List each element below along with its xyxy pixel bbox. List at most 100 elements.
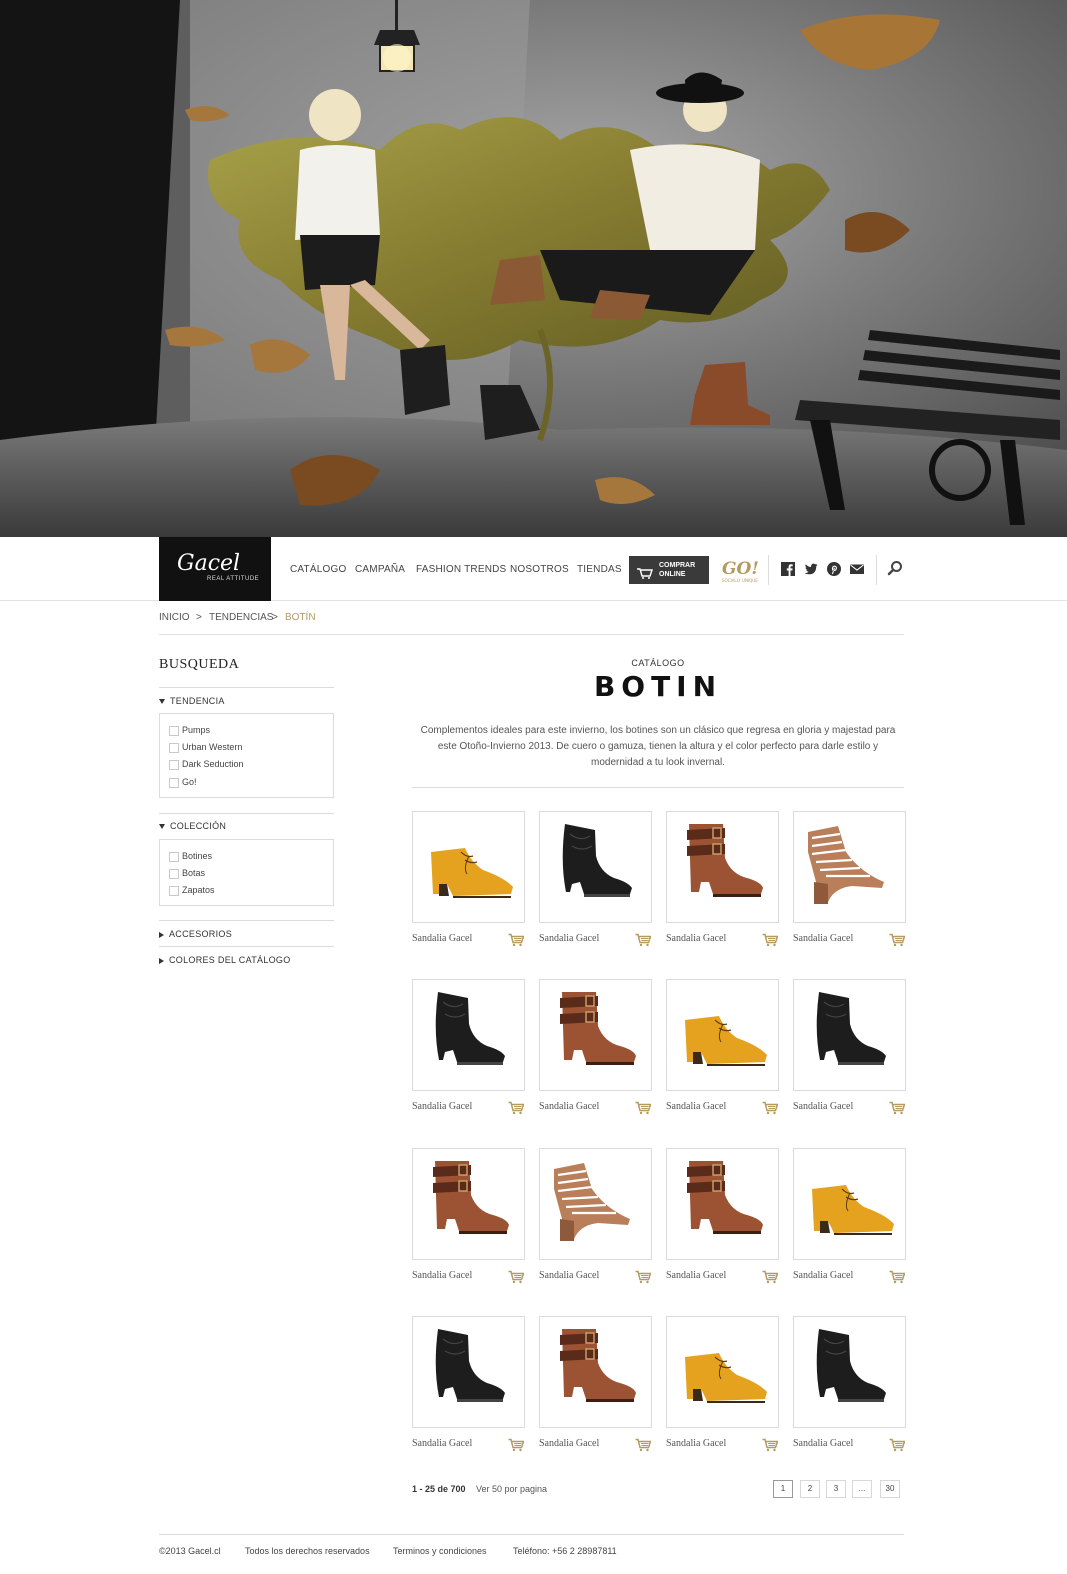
page-button-30[interactable]: 30 [880, 1480, 900, 1498]
product-name[interactable]: Sandalia Gacel [539, 1101, 599, 1112]
breadcrumb-item-tendencias[interactable]: TENDENCIAS [209, 612, 273, 623]
product-name[interactable]: Sandalia Gacel [666, 1438, 726, 1449]
filter-option-pumps[interactable]: Pumps [169, 725, 210, 736]
add-to-cart-icon[interactable] [508, 1100, 525, 1115]
pinterest-icon[interactable] [827, 561, 843, 577]
facet-header-tendencia[interactable]: TENDENCIA [159, 696, 225, 706]
checkbox[interactable] [169, 742, 179, 753]
nav-link-fashion-trends[interactable]: FASHION TRENDS [416, 564, 506, 575]
page-button-3[interactable]: 3 [826, 1480, 846, 1498]
product-name[interactable]: Sandalia Gacel [539, 1438, 599, 1449]
product-image-black-western[interactable] [539, 811, 652, 923]
add-to-cart-icon[interactable] [762, 1437, 779, 1452]
filter-option-go[interactable]: Go! [169, 777, 197, 788]
facebook-icon[interactable] [781, 561, 797, 577]
checkbox[interactable] [169, 759, 179, 770]
checkbox[interactable] [169, 851, 179, 862]
breadcrumb-separator: > [272, 612, 278, 623]
product-image-brown-strap[interactable] [539, 1316, 652, 1428]
facet-header-coleccion[interactable]: COLECCIÓN [159, 821, 226, 831]
add-to-cart-icon[interactable] [889, 932, 906, 947]
page-button-1[interactable]: 1 [773, 1480, 793, 1498]
filter-option-label: Urban Western [182, 742, 243, 752]
add-to-cart-icon[interactable] [635, 1100, 652, 1115]
product-name[interactable]: Sandalia Gacel [412, 1438, 472, 1449]
footer-terms-link[interactable]: Terminos y condiciones [393, 1546, 487, 1556]
product-image-black-western[interactable] [793, 979, 906, 1091]
add-to-cart-icon[interactable] [508, 1437, 525, 1452]
add-to-cart-icon[interactable] [889, 1269, 906, 1284]
product-image-black-western[interactable] [412, 1316, 525, 1428]
product-image-brown-strap[interactable] [539, 979, 652, 1091]
go-brand-tagline: SOCIALLY UNIQUE [722, 578, 758, 583]
product-name[interactable]: Sandalia Gacel [793, 933, 853, 944]
add-to-cart-icon[interactable] [889, 1100, 906, 1115]
buy-online-button[interactable]: COMPRAR ONLINE [629, 556, 709, 584]
facet-header-accesorios[interactable]: ACCESORIOS [159, 929, 232, 939]
product-image-yellow-lace[interactable] [666, 979, 779, 1091]
product-image-brown-strap[interactable] [666, 811, 779, 923]
nav-divider [876, 555, 877, 585]
mail-icon[interactable] [850, 561, 866, 577]
product-name[interactable]: Sandalia Gacel [793, 1270, 853, 1281]
buy-online-label-line2: ONLINE [659, 571, 686, 578]
facet-label: COLORES DEL CATÁLOGO [169, 955, 291, 965]
go-brand-logo[interactable]: GO! [722, 559, 759, 579]
product-name[interactable]: Sandalia Gacel [666, 933, 726, 944]
breadcrumb-item-inicio[interactable]: INICIO [159, 612, 190, 623]
checkbox[interactable] [169, 725, 179, 736]
add-to-cart-icon[interactable] [635, 1437, 652, 1452]
top-navbar: Gacel REAL ATTITUDE CATÁLOGO CAMPAÑA FAS… [0, 537, 1067, 601]
checkbox[interactable] [169, 777, 179, 788]
filter-option-dark-seduction[interactable]: Dark Seduction [169, 759, 244, 770]
add-to-cart-icon[interactable] [635, 932, 652, 947]
search-icon[interactable] [887, 560, 903, 580]
caret-right-icon [159, 931, 164, 938]
product-name[interactable]: Sandalia Gacel [412, 933, 472, 944]
nav-link-campana[interactable]: CAMPAÑA [355, 564, 405, 575]
product-name[interactable]: Sandalia Gacel [412, 1270, 472, 1281]
nav-link-nosotros[interactable]: NOSOTROS [510, 564, 569, 575]
facet-label: COLECCIÓN [170, 821, 227, 831]
product-name[interactable]: Sandalia Gacel [793, 1438, 853, 1449]
filter-option-urban-western[interactable]: Urban Western [169, 742, 242, 753]
product-image-black-western[interactable] [793, 1316, 906, 1428]
per-page-link[interactable]: Ver 50 por pagina [476, 1484, 547, 1494]
filter-option-zapatos[interactable]: Zapatos [169, 885, 215, 896]
category-description: Complementos ideales para este invierno,… [420, 725, 896, 768]
add-to-cart-icon[interactable] [508, 1269, 525, 1284]
product-name[interactable]: Sandalia Gacel [412, 1101, 472, 1112]
nav-link-catalogo[interactable]: CATÁLOGO [290, 564, 346, 575]
add-to-cart-icon[interactable] [889, 1437, 906, 1452]
product-name[interactable]: Sandalia Gacel [539, 1270, 599, 1281]
add-to-cart-icon[interactable] [762, 932, 779, 947]
product-image-brown-strap[interactable] [666, 1148, 779, 1260]
product-name[interactable]: Sandalia Gacel [539, 933, 599, 944]
product-image-yellow-lace[interactable] [666, 1316, 779, 1428]
page-button-2[interactable]: 2 [800, 1480, 820, 1498]
product-name[interactable]: Sandalia Gacel [666, 1270, 726, 1281]
product-image-yellow-lace[interactable] [793, 1148, 906, 1260]
product-image-wedge-sandal[interactable] [793, 811, 906, 923]
results-count: 1 - 25 de 700 [412, 1484, 466, 1494]
twitter-icon[interactable] [804, 561, 820, 577]
nav-link-tiendas[interactable]: TIENDAS [577, 564, 622, 575]
checkbox[interactable] [169, 885, 179, 896]
product-image-black-western[interactable] [412, 979, 525, 1091]
filter-option-botines[interactable]: Botines [169, 851, 212, 862]
product-image-yellow-lace[interactable] [412, 811, 525, 923]
add-to-cart-icon[interactable] [635, 1269, 652, 1284]
filter-option-botas[interactable]: Botas [169, 868, 205, 879]
facet-header-colores[interactable]: COLORES DEL CATÁLOGO [159, 955, 291, 965]
checkbox[interactable] [169, 868, 179, 879]
product-name[interactable]: Sandalia Gacel [666, 1101, 726, 1112]
logo-brand-text: Gacel [177, 551, 241, 576]
logo-tagline: REAL ATTITUDE [207, 576, 260, 582]
add-to-cart-icon[interactable] [762, 1269, 779, 1284]
product-image-wedge-sandal[interactable] [539, 1148, 652, 1260]
add-to-cart-icon[interactable] [508, 932, 525, 947]
add-to-cart-icon[interactable] [762, 1100, 779, 1115]
product-image-brown-strap[interactable] [412, 1148, 525, 1260]
gacel-logo[interactable]: Gacel REAL ATTITUDE [159, 537, 271, 601]
product-name[interactable]: Sandalia Gacel [793, 1101, 853, 1112]
